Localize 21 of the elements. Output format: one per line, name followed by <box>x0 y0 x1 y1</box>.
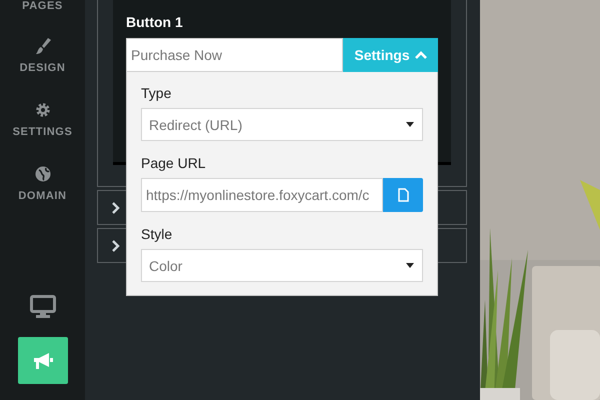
globe-icon[interactable] <box>32 164 52 184</box>
caret-down-icon <box>406 122 414 127</box>
page-picker-button[interactable] <box>383 178 423 212</box>
caret-down-icon <box>406 263 414 268</box>
nav-label[interactable]: DOMAIN <box>18 190 67 202</box>
monitor-icon[interactable] <box>30 295 56 319</box>
chevron-up-icon <box>414 51 427 59</box>
field-label: Page URL <box>141 155 206 171</box>
section-title: Button 1 <box>126 14 183 30</box>
nav-label[interactable]: SETTINGS <box>12 126 72 138</box>
type-select[interactable]: Redirect (URL) <box>141 108 423 141</box>
document-icon <box>398 188 408 202</box>
field-label: Type <box>141 85 172 101</box>
settings-button[interactable]: Settings <box>343 38 438 72</box>
style-select[interactable]: Color <box>141 249 423 282</box>
nav-label[interactable]: DESIGN <box>20 62 66 74</box>
page-url-field[interactable]: https://myonlinestore.foxycart.com/c <box>141 178 383 212</box>
megaphone-icon <box>32 352 54 370</box>
field-label: Style <box>141 226 172 242</box>
button-text-field[interactable]: Purchase Now <box>126 38 343 72</box>
nav-label[interactable]: PAGES <box>22 0 63 12</box>
